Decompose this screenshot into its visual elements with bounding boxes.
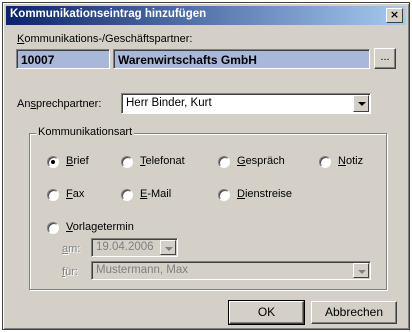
radio-vorlagetermin-label[interactable]: Vorlagetermin (66, 221, 134, 233)
chevron-down-icon[interactable] (353, 263, 369, 278)
radio-brief-text: rief (73, 155, 89, 167)
cancel-label: Abbrechen (324, 305, 384, 319)
group-legend: Kommunikationsart (36, 126, 135, 138)
partner-id-field[interactable]: 10007 (16, 49, 110, 69)
radio-dienstreise[interactable] (218, 189, 230, 201)
radio-notiz-text: otiz (345, 155, 364, 167)
close-button[interactable]: × (386, 8, 403, 23)
dialog-window: Kommunikationseintrag hinzufügen × Kommu… (2, 2, 410, 330)
ok-label: OK (257, 305, 276, 319)
cancel-button[interactable]: Abbrechen (311, 301, 397, 324)
radio-dienstreise-label[interactable]: Dienstreise (237, 188, 292, 200)
radio-notiz-mnemonic: N (338, 155, 346, 167)
contact-label-text: prechpartner: (35, 98, 102, 110)
radio-brief-label[interactable]: Brief (66, 155, 89, 167)
radio-vorlagetermin-mnemonic: V (66, 221, 73, 233)
radio-brief[interactable] (47, 156, 59, 168)
am-date-field[interactable]: 19.04.2006 (91, 238, 178, 257)
partner-label-text: ommunikations-/Geschäftspartner: (24, 33, 193, 45)
radio-gespraech-label[interactable]: Gespräch (237, 155, 285, 167)
title-bar[interactable]: Kommunikationseintrag hinzufügen × (6, 6, 406, 25)
radio-fax-text: ax (72, 188, 85, 200)
chevron-down-icon[interactable] (160, 240, 176, 255)
partner-name-value: Warenwirtschafts GmbH (118, 53, 257, 67)
ok-button[interactable]: OK (228, 300, 305, 325)
radio-vorlagetermin[interactable] (47, 222, 59, 234)
fuer-label-text: ür: (65, 266, 78, 278)
fuer-value: Mustermann, Max (96, 264, 189, 276)
radio-email-label[interactable]: E-Mail (140, 188, 171, 200)
radio-telefonat-text: elefonat (145, 155, 185, 167)
radio-vorlagetermin-text: orlagetermin (72, 221, 134, 233)
fuer-label: für: (62, 266, 78, 278)
contact-label: Ansprechpartner: (17, 98, 102, 110)
radio-gespraech[interactable] (218, 156, 230, 168)
contact-dropdown[interactable]: Herr Binder, Kurt (121, 93, 371, 114)
radio-gespraech-mnemonic: G (237, 155, 246, 167)
window-title: Kommunikationseintrag hinzufügen (10, 8, 207, 20)
browse-label: ... (380, 51, 390, 63)
radio-telefonat[interactable] (121, 156, 133, 168)
am-date-value: 19.04.2006 (96, 241, 154, 253)
contact-value: Herr Binder, Kurt (126, 97, 212, 109)
radio-fax-mnemonic: F (66, 188, 73, 200)
radio-email-text: -Mail (147, 188, 172, 200)
radio-fax[interactable] (47, 189, 59, 201)
am-label: am: (62, 243, 80, 255)
radio-email[interactable] (121, 189, 133, 201)
partner-id-value: 10007 (21, 53, 55, 67)
partner-label: Kommunikations-/Geschäftspartner: (17, 33, 192, 45)
radio-dienstreise-mnemonic: D (237, 188, 245, 200)
radio-gespraech-text: espräch (245, 155, 285, 167)
chevron-down-icon[interactable] (353, 95, 369, 112)
fuer-dropdown[interactable]: Mustermann, Max (91, 261, 371, 280)
radio-telefonat-label[interactable]: Telefonat (140, 155, 185, 167)
partner-name-field[interactable]: Warenwirtschafts GmbH (113, 49, 370, 69)
am-label-text: m: (68, 243, 81, 255)
close-icon: × (389, 8, 400, 21)
partner-browse-button[interactable]: ... (374, 48, 396, 69)
radio-dienstreise-text: ienstreise (244, 188, 293, 200)
radio-notiz-label[interactable]: Notiz (338, 155, 363, 167)
radio-fax-label[interactable]: Fax (66, 188, 84, 200)
radio-notiz[interactable] (319, 156, 331, 168)
